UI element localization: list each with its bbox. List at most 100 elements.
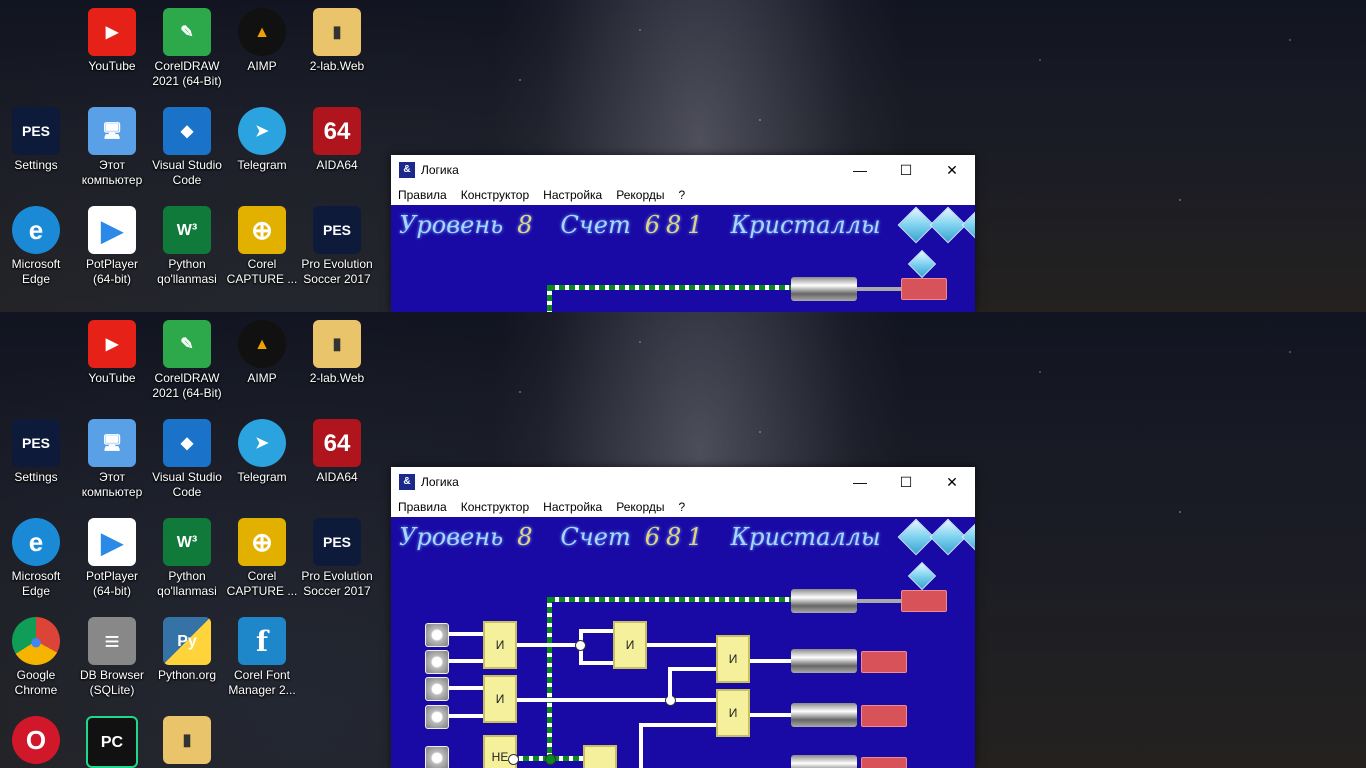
desktop-icon-label: YouTube xyxy=(88,371,136,385)
desktop-icon-telegram[interactable]: ➤ Telegram xyxy=(226,419,298,485)
desktop-icon-aimp[interactable]: ▲ AIMP xyxy=(226,320,298,386)
folder-icon: ▮ xyxy=(313,320,361,368)
menu-constructor[interactable]: Конструктор xyxy=(454,188,536,202)
pes-icon: PES xyxy=(12,107,60,155)
desktop-icon-corel-capture[interactable]: ⊕ Corel CAPTURE ... xyxy=(226,518,298,599)
desktop-icon-label: Corel Font Manager 2... xyxy=(228,668,296,697)
desktop-icon-youtube[interactable]: ▶ YouTube xyxy=(76,8,148,74)
desktop-icon-label: PotPlayer (64-bit) xyxy=(85,569,139,598)
wire xyxy=(579,661,613,665)
window-title: Логика xyxy=(421,163,459,177)
menu-rules[interactable]: Правила xyxy=(391,500,454,514)
desktop-icon-python-org[interactable]: Py Python.org xyxy=(151,617,223,683)
potplayer-icon: ▶ xyxy=(88,518,136,566)
menu-constructor[interactable]: Конструктор xyxy=(454,500,536,514)
wire xyxy=(750,713,791,717)
youtube-icon: ▶ xyxy=(88,8,136,56)
and-gate: И xyxy=(483,621,517,669)
desktop-icon-chrome[interactable]: ● Google Chrome xyxy=(0,617,72,698)
desktop-icon-pes2017[interactable]: PES Pro Evolution Soccer 2017 xyxy=(301,518,373,599)
crystals-row xyxy=(897,206,975,244)
desktop-icon-label: Corel CAPTURE ... xyxy=(226,569,298,598)
desktop-icon-label: Visual Studio Code xyxy=(152,158,222,187)
menu-settings[interactable]: Настройка xyxy=(536,188,609,202)
menu-rules[interactable]: Правила xyxy=(391,188,454,202)
desktop-icon-aida64[interactable]: 64 AIDA64 xyxy=(301,107,373,173)
desktop-icon-telegram[interactable]: ➤ Telegram xyxy=(226,107,298,173)
telegram-icon: ➤ xyxy=(238,107,286,155)
game-board[interactable]: Уровень 8 Счет 681 Кристаллы xyxy=(391,205,975,312)
desktop-icon-label: AIMP xyxy=(247,371,277,385)
desktop-icon-corel-font[interactable]: f Corel Font Manager 2... xyxy=(226,617,298,698)
desktop-icon-this-pc[interactable]: 🖥 Этот компьютер xyxy=(76,107,148,188)
input-switch[interactable] xyxy=(425,705,449,729)
w3-icon: W³ xyxy=(163,518,211,566)
and-gate: И xyxy=(483,675,517,723)
desktop-icon-pes2017[interactable]: PES Pro Evolution Soccer 2017 xyxy=(301,206,373,287)
desktop-icon-label: Telegram xyxy=(237,470,287,484)
desktop-icon-pes-settings[interactable]: PES Settings xyxy=(0,419,72,485)
desktop-icon-potplayer[interactable]: ▶ PotPlayer (64-bit) xyxy=(76,518,148,599)
level-label: Уровень xyxy=(399,523,504,551)
desktop-icon-pes-settings[interactable]: PES Settings xyxy=(0,107,72,173)
menu-help[interactable]: ? xyxy=(671,500,692,514)
desktop-icon-python-qo[interactable]: W³ Python qo'llanmasi xyxy=(151,206,223,287)
desktop-icon-label: AIMP xyxy=(247,59,277,73)
desktop-icon-vscode[interactable]: ◆ Visual Studio Code xyxy=(151,419,223,500)
desktop-icon-label: CorelDRAW 2021 (64-Bit) xyxy=(152,371,222,400)
menu-settings[interactable]: Настройка xyxy=(536,500,609,514)
desktop-icon-aida64[interactable]: 64 AIDA64 xyxy=(301,419,373,485)
maximize-button[interactable]: ☐ xyxy=(883,155,929,185)
logic-app-icon: & xyxy=(399,162,415,178)
wire xyxy=(449,659,483,663)
game-board[interactable]: Уровень 8 Счет 681 Кристаллы xyxy=(391,517,975,768)
crystals-label: Кристаллы xyxy=(730,523,881,551)
w3-icon: W³ xyxy=(163,206,211,254)
input-switch[interactable] xyxy=(425,746,449,768)
crystal-icon xyxy=(897,206,934,244)
desktop-icon-vscode[interactable]: ◆ Visual Studio Code xyxy=(151,107,223,188)
desktop-icon-pycharm[interactable]: PC xyxy=(76,716,148,768)
desktop-icon-coreldraw[interactable]: ✎ CorelDRAW 2021 (64-Bit) xyxy=(151,8,223,89)
desktop-icon-coreldraw[interactable]: ✎ CorelDRAW 2021 (64-Bit) xyxy=(151,320,223,401)
maximize-button[interactable]: ☐ xyxy=(883,467,929,497)
close-button[interactable]: ✕ xyxy=(929,467,975,497)
level-value: 8 xyxy=(517,523,539,551)
desktop-icon-potplayer[interactable]: ▶ PotPlayer (64-bit) xyxy=(76,206,148,287)
desktop-icon-python-qo[interactable]: W³ Python qo'llanmasi xyxy=(151,518,223,599)
desktop-icon-youtube[interactable]: ▶ YouTube xyxy=(76,320,148,386)
minimize-button[interactable]: — xyxy=(837,155,883,185)
desktop-icon-db-browser[interactable]: ≡ DB Browser (SQLite) xyxy=(76,617,148,698)
input-switch[interactable] xyxy=(425,650,449,674)
opera-icon: O xyxy=(12,716,60,764)
vscode-icon: ◆ xyxy=(163,107,211,155)
wire xyxy=(647,643,716,647)
youtube-icon: ▶ xyxy=(88,320,136,368)
coreldraw-icon: ✎ xyxy=(163,8,211,56)
close-button[interactable]: ✕ xyxy=(929,155,975,185)
menu-help[interactable]: ? xyxy=(671,188,692,202)
window-title: Логика xyxy=(421,475,459,489)
wire xyxy=(517,698,716,702)
pycharm-icon: PC xyxy=(86,716,138,768)
desktop-icon-edge[interactable]: e Microsoft Edge xyxy=(0,518,72,599)
desktop-icon-2lab[interactable]: ▮ 2-lab.Web xyxy=(301,320,373,386)
input-switch[interactable] xyxy=(425,677,449,701)
desktop-icon-aimp[interactable]: ▲ AIMP xyxy=(226,8,298,74)
desktop-icon-pes-file[interactable]: ▮ xyxy=(151,716,223,767)
corel-capture-icon: ⊕ xyxy=(238,206,286,254)
pes-icon: PES xyxy=(313,206,361,254)
desktop-icon-this-pc[interactable]: 🖥 Этот компьютер xyxy=(76,419,148,500)
output-cylinder xyxy=(791,589,857,613)
menu-records[interactable]: Рекорды xyxy=(609,500,671,514)
desktop-icon-edge[interactable]: e Microsoft Edge xyxy=(0,206,72,287)
desktop-icon-2lab[interactable]: ▮ 2-lab.Web xyxy=(301,8,373,74)
menu-records[interactable]: Рекорды xyxy=(609,188,671,202)
minimize-button[interactable]: — xyxy=(837,467,883,497)
desktop-icon-corel-capture[interactable]: ⊕ Corel CAPTURE ... xyxy=(226,206,298,287)
crystal-icon xyxy=(961,206,975,244)
desktop-icon-opera[interactable]: O xyxy=(0,716,72,767)
input-switch[interactable] xyxy=(425,623,449,647)
score-label: Счет xyxy=(560,523,631,551)
level-value: 8 xyxy=(517,211,539,239)
